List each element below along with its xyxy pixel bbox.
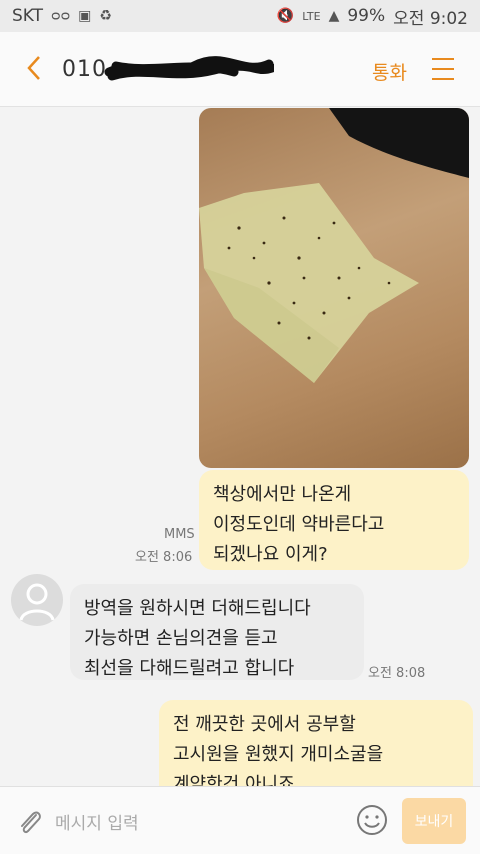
photo-attachment[interactable] bbox=[199, 108, 469, 468]
conversation-header: 010- 통화 bbox=[0, 32, 480, 107]
network-label: LTE bbox=[302, 9, 321, 23]
contact-avatar[interactable] bbox=[11, 574, 63, 626]
carrier-label: SKT bbox=[12, 6, 44, 26]
message-line: 전 깨끗한 곳에서 공부할 bbox=[173, 714, 356, 735]
compose-bar: 메시지 입력 보내기 bbox=[0, 786, 480, 854]
battery-level: 99% bbox=[347, 6, 386, 26]
message-line: 되겠나요 이게? bbox=[213, 544, 328, 565]
call-button[interactable]: 통화 bbox=[372, 58, 407, 85]
message-line: 방역을 원하시면 더해드립니다 bbox=[84, 598, 311, 619]
message-line: 고시원을 원했지 개미소굴을 bbox=[173, 744, 384, 765]
message-line: 최선을 다해드릴려고 합니다 bbox=[84, 658, 295, 679]
attachment-icon[interactable] bbox=[16, 807, 44, 837]
recycle-icon: ♻ bbox=[99, 8, 112, 24]
message-line: 가능하면 손님의견을 듣고 bbox=[84, 628, 278, 649]
send-button[interactable]: 보내기 bbox=[402, 798, 466, 844]
message-bubble-outgoing[interactable]: 책상에서만 나온게 이정도인데 약바른다고 되겠나요 이게? bbox=[199, 470, 469, 570]
message-bubble-incoming[interactable]: 방역을 원하시면 더해드립니다 가능하면 손님의견을 듣고 최선을 다해드릴려고… bbox=[70, 584, 364, 680]
message-input[interactable]: 메시지 입력 bbox=[55, 809, 139, 834]
menu-icon[interactable] bbox=[432, 58, 454, 80]
redaction-scribble bbox=[104, 56, 274, 81]
message-line: 책상에서만 나온게 bbox=[213, 484, 352, 505]
gallery-icon: ▣ bbox=[78, 8, 92, 24]
message-type-label: MMS bbox=[164, 527, 195, 542]
back-arrow-icon[interactable] bbox=[20, 52, 50, 84]
voicemail-icon: ᴑᴑ bbox=[51, 8, 71, 24]
emoji-icon[interactable] bbox=[356, 804, 388, 836]
status-bar: SKT ᴑᴑ ▣ ♻ 🔇 LTE ▲ 99% 오전 9:02 bbox=[0, 0, 480, 32]
clock: 오전 9:02 bbox=[393, 8, 468, 29]
mute-icon: 🔇 bbox=[276, 8, 295, 24]
message-line: 이정도인데 약바른다고 bbox=[213, 514, 385, 535]
signal-icon: ▲ bbox=[328, 8, 340, 24]
message-timestamp: 오전 8:08 bbox=[368, 666, 426, 681]
message-bubble-outgoing[interactable]: 전 깨끗한 곳에서 공부할 고시원을 원했지 개미소굴을 계약한건 아니죠 bbox=[159, 700, 473, 800]
message-timestamp: 오전 8:06 bbox=[135, 550, 193, 565]
